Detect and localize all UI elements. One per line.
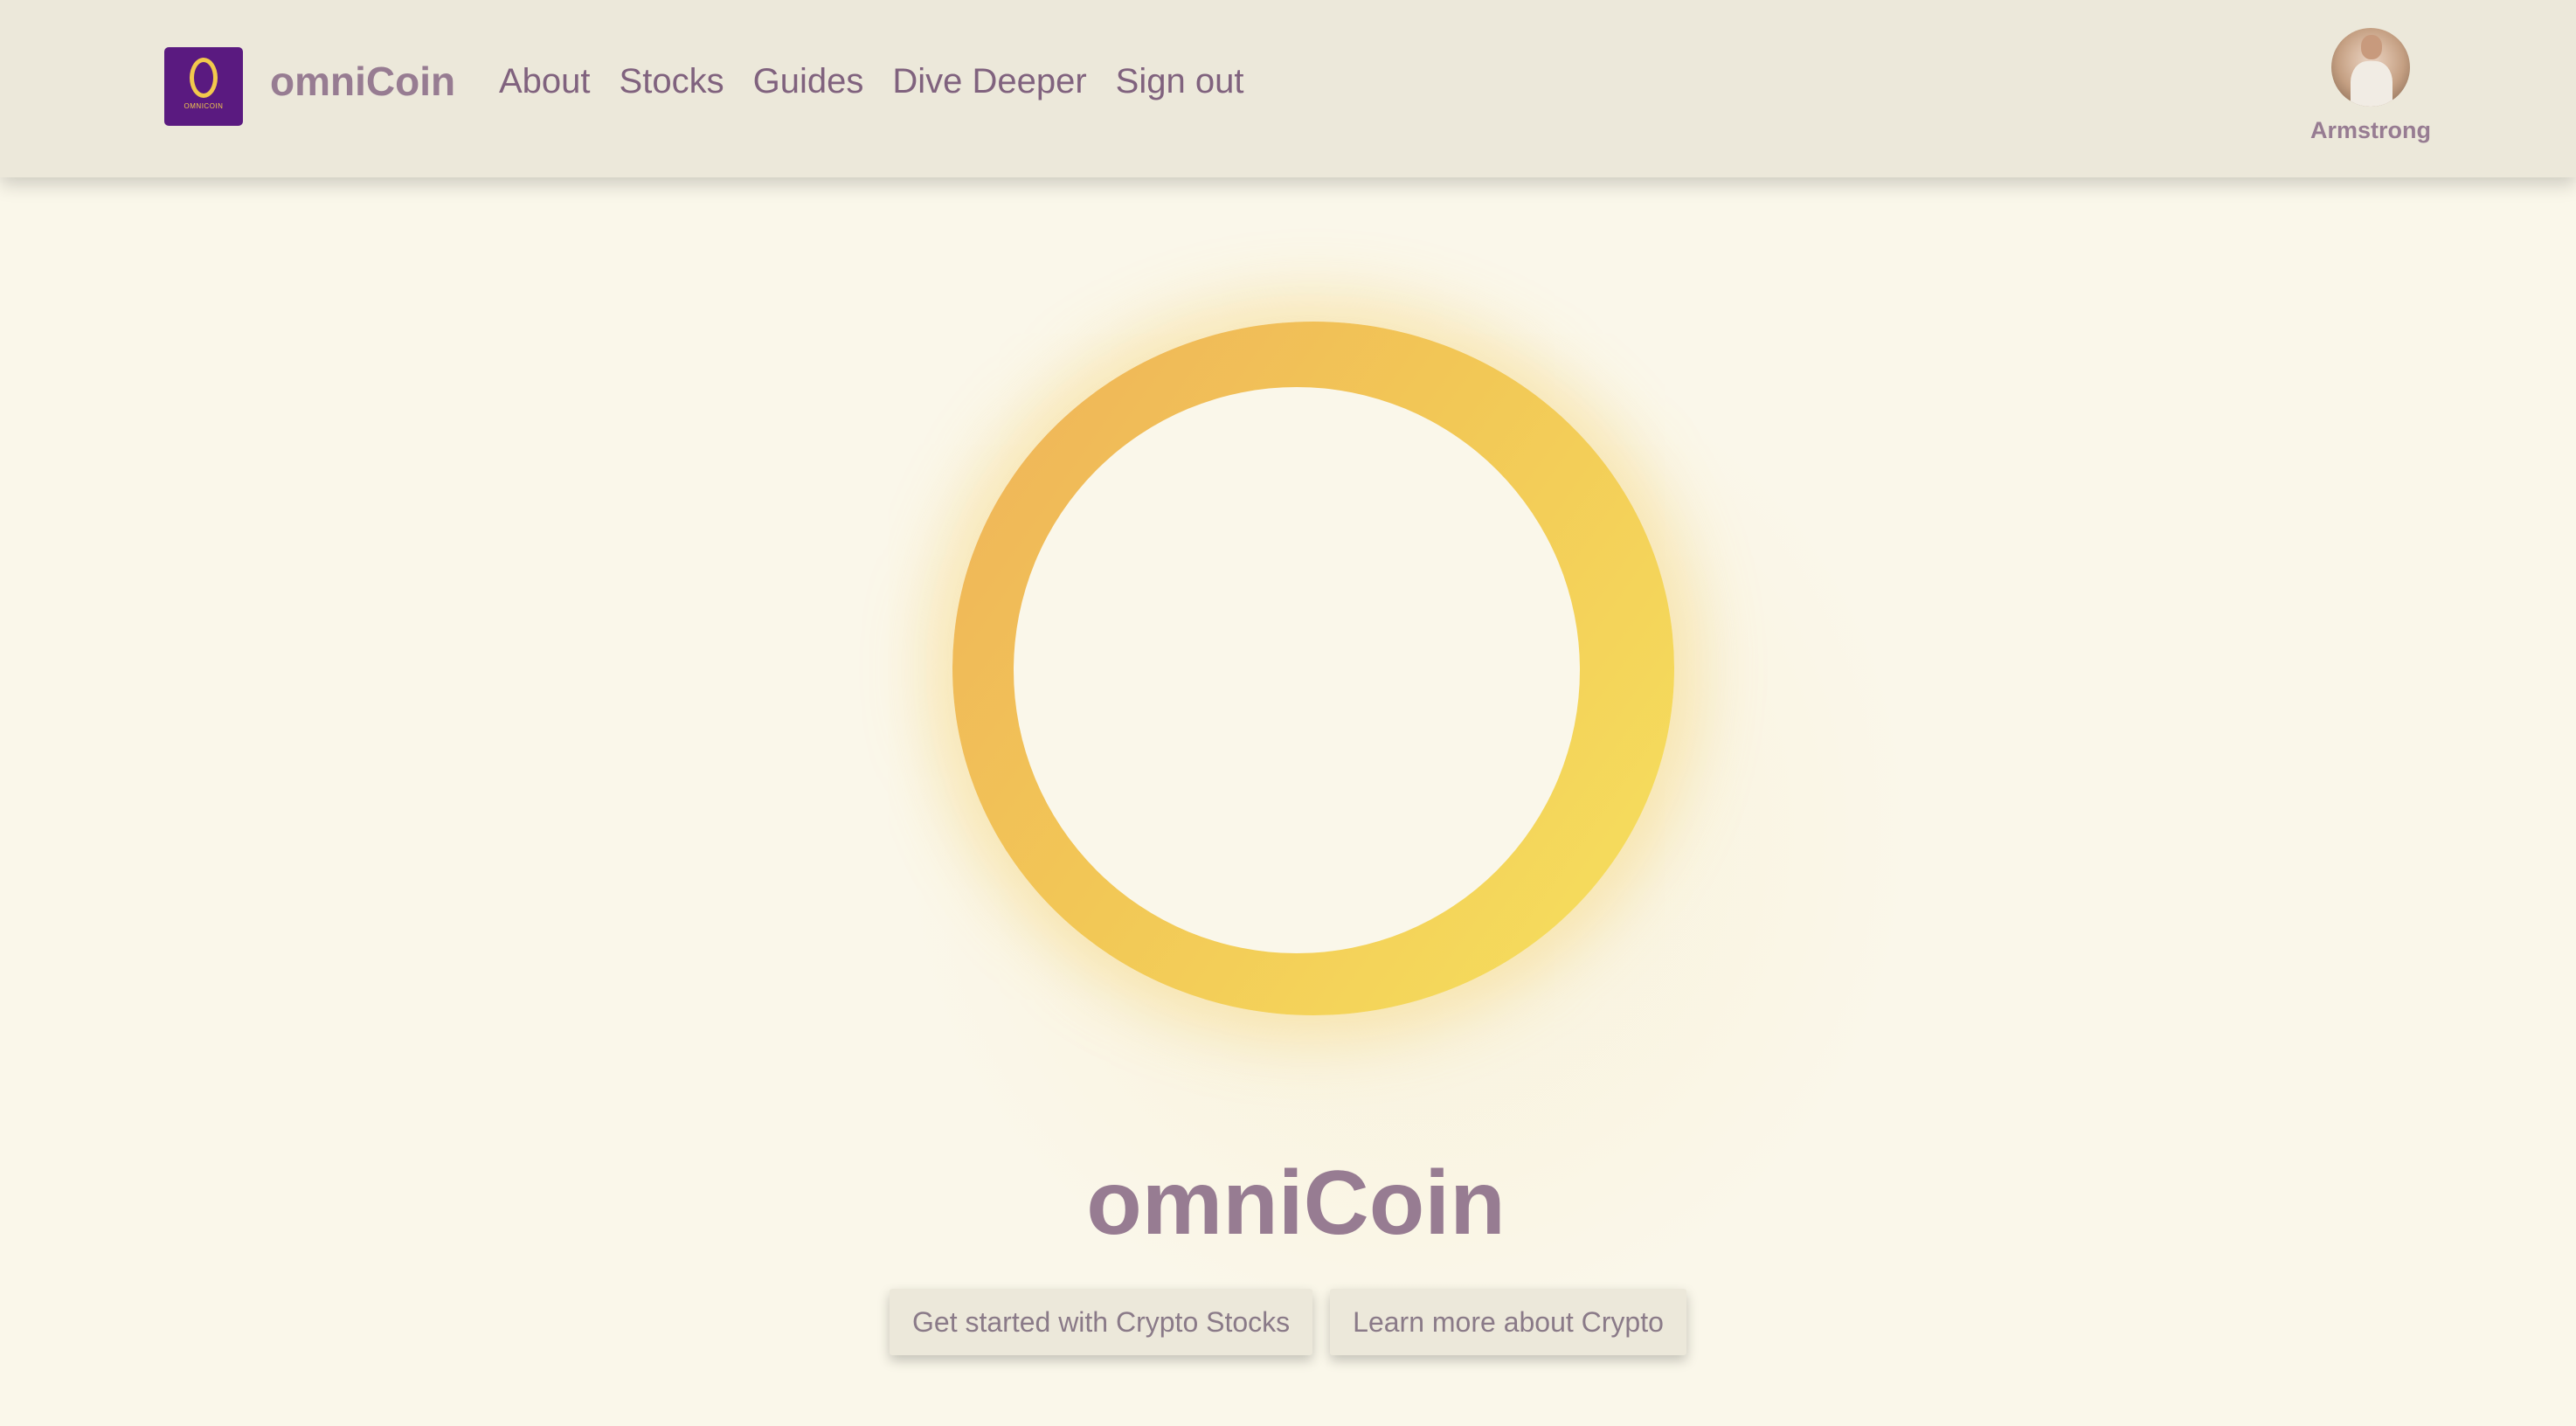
- avatar[interactable]: [2331, 28, 2410, 107]
- avatar-figure: [2351, 61, 2392, 107]
- user-name: Armstrong: [2309, 117, 2431, 143]
- nav-link-stocks[interactable]: Stocks: [620, 54, 724, 108]
- nav-links: About Stocks Guides Dive Deeper Sign out: [499, 54, 1243, 108]
- coin-logo-icon: [190, 58, 218, 98]
- learn-more-button[interactable]: Learn more about Crypto: [1330, 1289, 1686, 1355]
- get-started-button[interactable]: Get started with Crypto Stocks: [890, 1289, 1313, 1355]
- brand-logo[interactable]: OMNICOIN: [164, 47, 243, 126]
- logo-caption: OMNICOIN: [184, 102, 224, 110]
- cta-row: Get started with Crypto Stocks Learn mor…: [890, 1289, 1686, 1355]
- nav-link-sign-out[interactable]: Sign out: [1116, 54, 1244, 108]
- nav-link-dive-deeper[interactable]: Dive Deeper: [892, 54, 1086, 108]
- coin-ring-center: [1014, 387, 1580, 953]
- avatar-head: [2361, 35, 2382, 59]
- brand-name[interactable]: omniCoin: [270, 54, 455, 108]
- hero-title: omniCoin: [1086, 1153, 1506, 1254]
- top-navbar: OMNICOIN omniCoin About Stocks Guides Di…: [0, 0, 2576, 177]
- nav-link-about[interactable]: About: [499, 54, 591, 108]
- nav-link-guides[interactable]: Guides: [753, 54, 864, 108]
- user-profile[interactable]: Armstrong: [2307, 28, 2434, 145]
